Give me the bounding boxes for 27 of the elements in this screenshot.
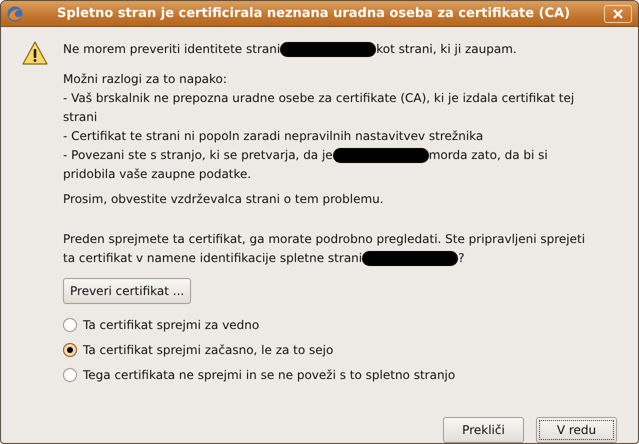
- warning-icon: [22, 41, 48, 65]
- radio-button[interactable]: [63, 368, 77, 382]
- radio-button[interactable]: [63, 342, 77, 356]
- message-text: - Vaš brskalnik ne prepozna uradne osebe za certifikate (CA), ki je izdala certifikat tej: [63, 90, 574, 107]
- message-text: strani: [63, 109, 98, 126]
- message-text: Možni razlogi za to napako:: [63, 71, 227, 88]
- message-text: pridobila vaše zaupne podatke.: [63, 166, 252, 183]
- option-label[interactable]: Ta certifikat sprejmi začasno, le za to sejo: [83, 342, 334, 356]
- window-title: Spletno stran je certificirala neznana uradna oseba za certifikate (CA): [56, 6, 572, 21]
- close-button[interactable]: [604, 4, 632, 22]
- message-text: - Povezani ste s stranjo, ki se pretvarja, da je: [63, 147, 333, 164]
- message-text: - Certifikat te strani ni popoln zaradi nepravilnih nastavitvev strežnika: [63, 128, 484, 145]
- message-text: kot strani, ki ji zaupam.: [376, 41, 517, 58]
- view-certificate-button[interactable]: Preveri certifikat ...: [63, 278, 192, 304]
- dialog-button[interactable]: V redu: [536, 417, 617, 443]
- message-text: Preden sprejmete ta certifikat, ga morate podrobno pregledati. Ste pripravljeni sprejeti: [63, 231, 586, 248]
- globe-icon: [7, 6, 23, 22]
- option-label[interactable]: Ta certifikat sprejmi za vedno: [83, 318, 260, 332]
- radio-button[interactable]: [63, 318, 77, 332]
- message-text: ?: [458, 250, 464, 267]
- message-text: Ne morem preveriti identitete strani: [63, 41, 280, 58]
- option-label[interactable]: Tega certifikata ne sprejmi in se ne poveži s to spletno stranjo: [83, 368, 456, 382]
- dialog-button[interactable]: Prekliči: [443, 417, 524, 443]
- close-icon: [613, 8, 623, 18]
- message-text: morda zato, da bi si: [428, 147, 548, 164]
- message-text: Prosim, obvestite vzdrževalca strani o tem problemu.: [63, 191, 384, 208]
- message-text: ta certifikat v namene identifikacije spletne strani: [63, 250, 362, 267]
